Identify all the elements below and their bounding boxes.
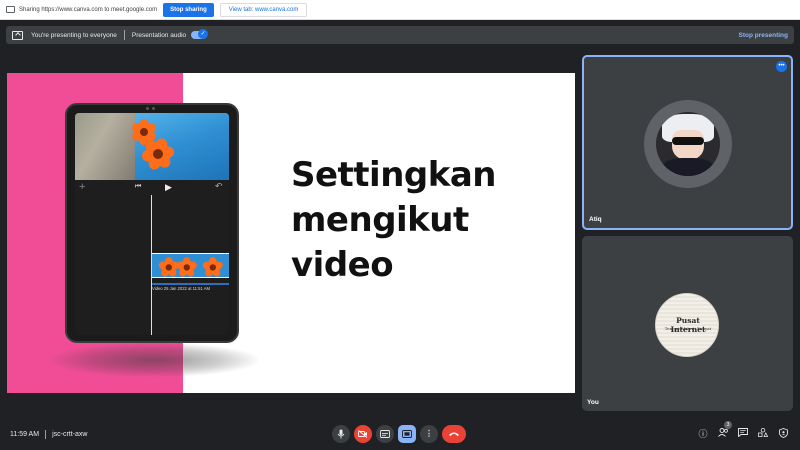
presentation-audio-toggle[interactable] [191,29,209,39]
avatar-logo-text: Pusat Internet [670,316,706,334]
stop-sharing-button[interactable]: Stop sharing [163,2,214,17]
skip-back-icon: ⏮ [135,183,142,190]
headline-line: video [291,245,394,285]
slide-headline: Settingkan mengikut video [291,153,551,288]
mic-icon [337,429,345,439]
timeline-clip [152,253,229,278]
captions-button[interactable] [376,425,394,443]
avatar [656,112,720,176]
tablet-camera [146,107,156,110]
participant-tile-you[interactable]: Pusat Internet Tempat Aktiviti Rakyat Yo… [582,236,793,411]
divider [45,430,47,439]
stop-presenting-button[interactable]: Stop presenting [739,32,788,39]
more-options-button[interactable]: ⋮ [420,425,438,443]
tablet-shadow [49,343,259,377]
meeting-code: jsc-crtt-axw [52,431,88,438]
presenting-status-text: You're presenting to everyone [31,31,117,39]
editor-toolbar: + ⏮ ▶ ↶ [75,181,229,195]
meeting-details: 11:59 AM jsc-crtt-axw [10,430,87,439]
present-screen-icon [12,30,23,40]
video-preview-image [75,113,229,180]
avatar-logo-subtext: Tempat Aktiviti Rakyat [664,326,712,331]
people-icon[interactable] [717,428,729,440]
participant-tile-atiq[interactable]: ••• Atiq [582,55,793,230]
activities-icon[interactable] [757,428,769,440]
sharing-status-text: Sharing https://www.canva.com to meet.go… [19,6,158,13]
headline-line: mengikut [291,200,469,240]
more-options-icon: ⋮ [425,429,433,438]
leave-call-button[interactable] [442,425,466,443]
tab-sharing-bar: Sharing https://www.canva.com to meet.go… [0,0,800,20]
avatar: Pusat Internet Tempat Aktiviti Rakyat [655,293,719,357]
hang-up-icon [449,432,459,436]
clip-label: Video 25 Jan 2022 at 11:51 AM [152,283,229,291]
headline-line: Settingkan [291,155,497,195]
camera-off-icon [358,430,368,438]
video-editor-screen: + ⏮ ▶ ↶ Video 25 Jan 2022 at 11:51 AM [75,113,229,335]
present-icon [402,430,412,438]
chat-icon[interactable] [737,428,749,440]
shared-slide: + ⏮ ▶ ↶ Video 25 Jan 2022 at 11:51 AM Se… [7,73,575,393]
undo-icon: ↶ [215,181,223,191]
participant-name: Atiq [589,216,602,223]
captions-icon [380,430,390,438]
microphone-button[interactable] [332,425,350,443]
meeting-controls-bar: 11:59 AM jsc-crtt-axw ⋮ ⓘ [0,418,800,450]
people-count-badge: 3 [724,421,732,429]
host-controls-icon[interactable] [777,428,789,440]
info-icon[interactable]: ⓘ [697,428,709,440]
tablet-mockup: + ⏮ ▶ ↶ Video 25 Jan 2022 at 11:51 AM [65,103,239,343]
camera-toggle-button[interactable] [354,425,372,443]
add-media-icon: + [79,181,86,193]
meeting-time: 11:59 AM [10,431,40,438]
presentation-audio-label: Presentation audio [131,31,187,39]
sharing-tab-icon [6,6,15,13]
present-now-button[interactable] [398,425,416,443]
view-tab-button[interactable]: View tab: www.canva.com [219,2,308,17]
presenting-bar: You're presenting to everyone Presentati… [6,26,794,44]
speaking-indicator-icon: ••• [776,61,787,72]
participant-name: You [587,399,599,406]
divider [123,30,125,40]
play-icon: ▶ [165,182,172,192]
